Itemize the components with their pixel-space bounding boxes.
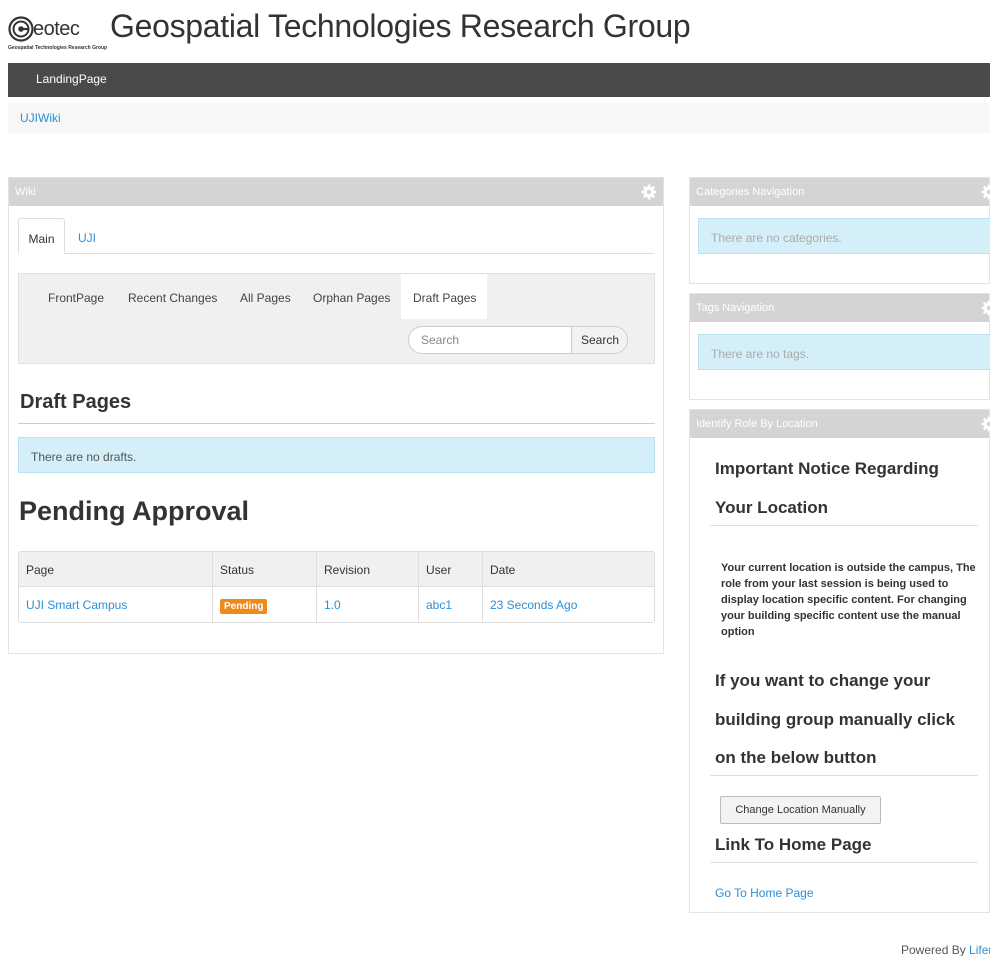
table-row: UJI Smart Campus Pending 1.0 abc1 23 Sec… (19, 587, 654, 622)
gear-icon[interactable] (980, 415, 990, 433)
notice-heading-line1: Important Notice Regarding (715, 459, 939, 478)
tab-main[interactable]: Main (18, 218, 65, 254)
home-page-heading: Link To Home Page (715, 835, 872, 854)
date-link[interactable]: 23 Seconds Ago (490, 598, 577, 612)
wiki-portlet-header: Wiki (9, 178, 663, 206)
table-cell-status: Pending (212, 587, 316, 622)
wiki-nav-draft-pages[interactable]: Draft Pages (413, 291, 476, 305)
nav-item-landingpage[interactable]: LandingPage (36, 72, 107, 86)
divider (710, 525, 978, 526)
breadcrumb: UJIWiki (8, 103, 990, 133)
logo-subtext: Geospatial Technologies Research Group (8, 45, 108, 51)
page-link[interactable]: UJI Smart Campus (26, 598, 127, 612)
no-categories-alert: There are no categories. (698, 218, 990, 254)
table-cell-date: 23 Seconds Ago (482, 587, 654, 622)
no-tags-alert: There are no tags. (698, 334, 990, 370)
wiki-nav-frontpage[interactable]: FrontPage (48, 291, 104, 305)
identify-role-portlet: Identify Role By Location Important Noti… (689, 409, 990, 913)
column-header-page: Page (26, 563, 55, 577)
pending-approval-table: Page Status Revision User Date UJI Smart… (18, 551, 655, 623)
user-link[interactable]: abc1 (426, 598, 452, 612)
search-button[interactable]: Search (571, 327, 627, 353)
no-drafts-alert: There are no drafts. (18, 437, 655, 473)
go-to-home-page-link[interactable]: Go To Home Page (715, 886, 814, 900)
footer: Powered By Lifer (901, 943, 990, 956)
main-navbar: LandingPage (8, 63, 990, 97)
tags-navigation-portlet: Tags Navigation There are no tags. (689, 293, 990, 400)
divider (710, 775, 978, 776)
change-heading-line2: building group manually click (715, 710, 955, 729)
wiki-search-box: Search (408, 326, 628, 354)
liferay-link[interactable]: Lifer (969, 943, 990, 956)
gear-icon[interactable] (980, 183, 990, 201)
divider (18, 423, 655, 424)
powered-by-text: Powered By (901, 943, 966, 956)
tags-portlet-header: Tags Navigation (690, 294, 990, 322)
wiki-nav-all-pages[interactable]: All Pages (240, 291, 291, 305)
status-badge: Pending (220, 599, 268, 614)
wiki-nav-recent-changes[interactable]: Recent Changes (128, 291, 217, 305)
logo-text: eotec (33, 18, 80, 40)
geotec-logo-icon (8, 16, 34, 42)
categories-navigation-portlet: Categories Navigation There are no categ… (689, 177, 990, 284)
location-notice-text: Your current location is outside the cam… (721, 562, 976, 638)
pending-approval-heading: Pending Approval (19, 496, 250, 526)
wiki-nav-orphan-pages[interactable]: Orphan Pages (313, 291, 390, 305)
notice-heading-line2: Your Location (715, 498, 829, 517)
identify-role-portlet-header: Identify Role By Location (690, 410, 990, 438)
search-input[interactable] (409, 327, 571, 353)
draft-pages-heading: Draft Pages (20, 391, 132, 413)
tags-portlet-title: Tags Navigation (696, 302, 775, 314)
table-cell-user: abc1 (418, 587, 482, 622)
wiki-tabs: Main UJI (18, 218, 654, 254)
gear-icon[interactable] (980, 299, 990, 317)
gear-icon[interactable] (640, 183, 658, 201)
site-header: eotec Geospatial Technologies Research G… (0, 0, 990, 63)
tab-uji[interactable]: UJI (78, 218, 96, 254)
divider (710, 862, 978, 863)
wiki-portlet-title: Wiki (15, 186, 36, 198)
categories-portlet-title: Categories Navigation (696, 186, 805, 198)
change-location-manually-button[interactable]: Change Location Manually (720, 796, 881, 824)
table-cell-revision: 1.0 (316, 587, 418, 622)
revision-link[interactable]: 1.0 (324, 598, 341, 612)
wiki-portlet: Wiki Main UJI FrontPage Recent Changes A… (8, 177, 664, 654)
column-header-status: Status (212, 552, 316, 587)
geotec-logo[interactable]: eotec Geospatial Technologies Research G… (8, 14, 108, 54)
table-header-row: Page Status Revision User Date (19, 552, 654, 587)
change-heading-line3: on the below button (715, 748, 877, 767)
column-header-date: Date (482, 552, 654, 587)
site-title: Geospatial Technologies Research Group (110, 8, 691, 44)
wiki-navigation: FrontPage Recent Changes All Pages Orpha… (18, 273, 655, 364)
column-header-revision: Revision (316, 552, 418, 587)
breadcrumb-item-ujiwiki[interactable]: UJIWiki (20, 111, 61, 125)
identify-role-portlet-title: Identify Role By Location (696, 418, 818, 430)
table-cell-page: UJI Smart Campus (19, 587, 212, 622)
categories-portlet-header: Categories Navigation (690, 178, 990, 206)
column-header-user: User (418, 552, 482, 587)
change-heading-line1: If you want to change your (715, 671, 931, 690)
